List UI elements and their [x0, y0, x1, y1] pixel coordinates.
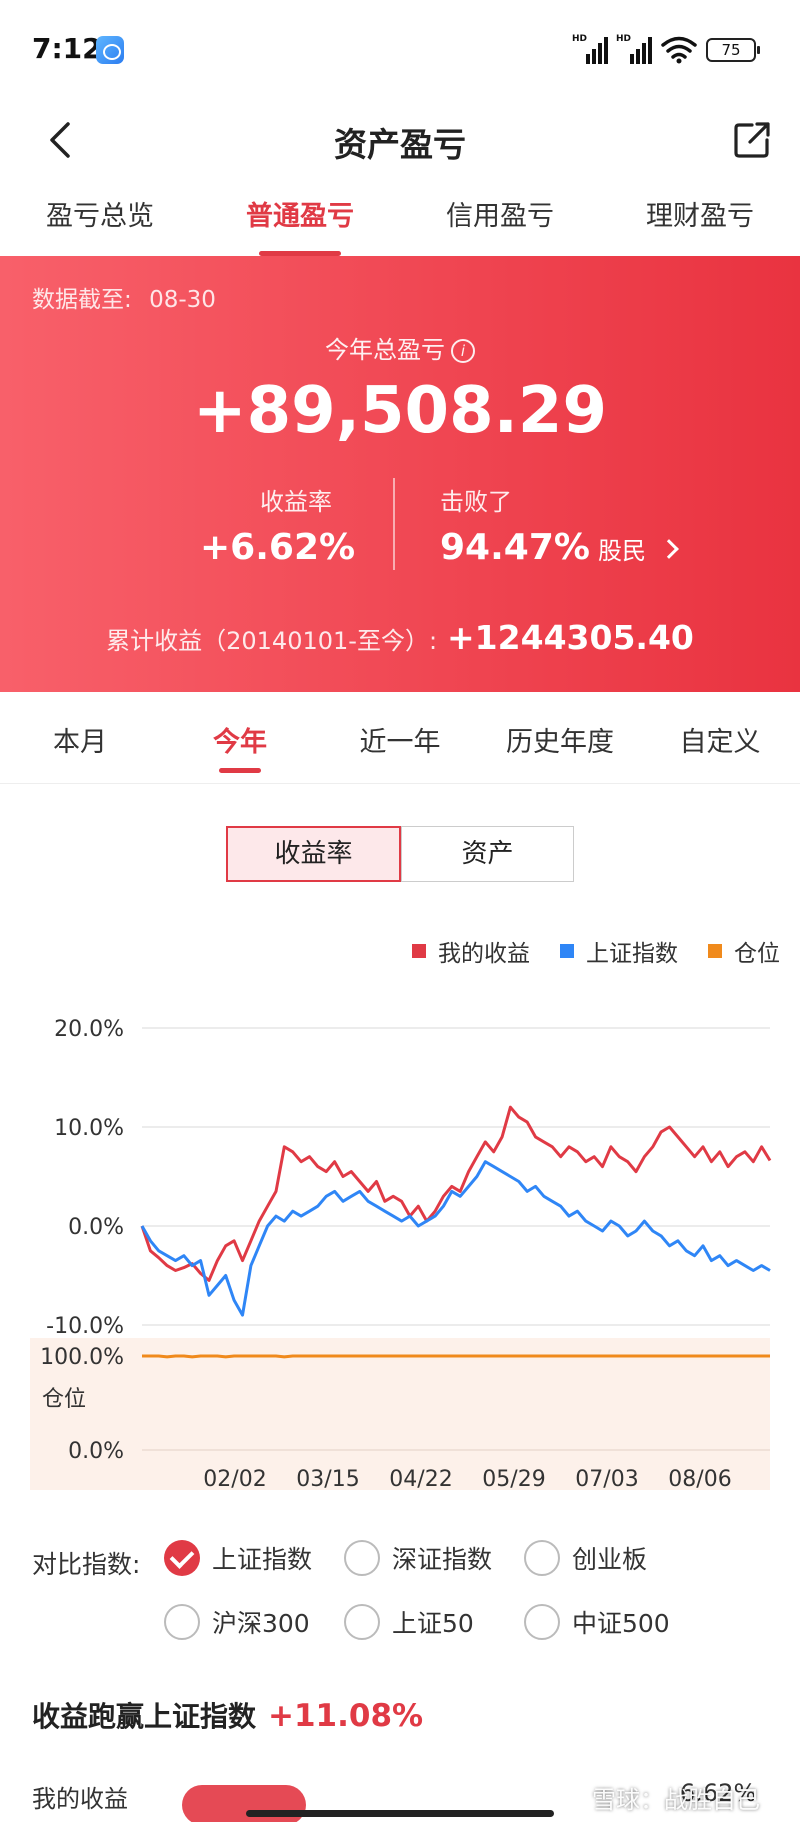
signal-icon: HD [572, 34, 608, 64]
year-profit-text: 今年总盈亏 [325, 336, 445, 364]
option-label: 深证指数 [392, 1545, 493, 1574]
app-notification-icon [96, 36, 124, 64]
return-rate-value: +6.62% [200, 527, 356, 568]
cumulative-label: 累计收益（20140101-至今）: [106, 627, 438, 655]
option-label: 沪深300 [212, 1609, 310, 1638]
cumulative-value: +1244305.40 [447, 618, 694, 657]
compare-option-sse50[interactable]: 上证50 [344, 1604, 474, 1640]
position-tick-label: 0.0% [68, 1439, 124, 1464]
x-tick-label: 02/02 [203, 1467, 266, 1492]
compare-option-csi300[interactable]: 沪深300 [164, 1604, 310, 1640]
nav-bar: 资产盈亏 [0, 96, 800, 186]
option-label: 创业板 [572, 1545, 648, 1574]
info-icon[interactable]: i [451, 339, 475, 363]
watermark: 雪球：战胜自己 [592, 1786, 760, 1814]
option-label: 中证500 [572, 1609, 670, 1638]
y-tick-label: 0.0% [68, 1215, 124, 1240]
series-line [140, 1160, 771, 1317]
x-tick-label: 08/06 [668, 1467, 731, 1492]
beat-unit: 股民 [597, 537, 646, 565]
period-tab-month[interactable]: 本月 [0, 692, 160, 783]
legend-label: 上证指数 [586, 941, 678, 967]
legend-item-sse-index: 上证指数 [560, 934, 678, 968]
chart-legend: 我的收益 上证指数 仓位 [350, 934, 780, 968]
position-tick-label: 100.0% [40, 1345, 124, 1370]
position-axis-label: 仓位 [42, 1387, 86, 1412]
period-tab-history[interactable]: 历史年度 [480, 692, 640, 783]
status-bar: 7:12 HD HD 75 [0, 0, 800, 96]
radio-icon [164, 1604, 200, 1640]
x-tick-label: 05/29 [482, 1467, 545, 1492]
legend-swatch [412, 944, 426, 958]
toggle-return-rate[interactable]: 收益率 [226, 826, 401, 882]
wifi-icon [661, 36, 697, 64]
x-tick-label: 04/22 [389, 1467, 452, 1492]
year-profit-value: +89,508.29 [193, 374, 607, 448]
radio-icon [524, 1604, 560, 1640]
outperform-label: 收益跑赢上证指数 [32, 1700, 257, 1733]
y-tick-label: 10.0% [54, 1116, 124, 1141]
compare-option-sse[interactable]: 上证指数 [164, 1540, 312, 1576]
battery-icon: 75 [706, 38, 760, 62]
share-icon[interactable] [730, 118, 774, 162]
beat-stat[interactable]: 击败了 94.47% 股民 [440, 482, 760, 568]
data-date-label: 数据截至: [32, 287, 132, 313]
y-tick-label: 20.0% [54, 1017, 124, 1042]
option-label: 上证50 [392, 1609, 474, 1638]
chevron-right-icon [659, 539, 679, 559]
radio-icon [344, 1604, 380, 1640]
y-tick-label: -10.0% [46, 1314, 124, 1339]
legend-swatch [560, 944, 574, 958]
chart-mode-toggle: 收益率 资产 [226, 826, 574, 882]
signal-hd-label: HD [616, 34, 632, 44]
x-tick-label: 03/15 [296, 1467, 359, 1492]
compare-option-chinext[interactable]: 创业板 [524, 1540, 647, 1576]
profit-summary-card: 数据截至: 08-30 今年总盈亏 i +89,508.29 收益率 +6.62%… [0, 256, 800, 692]
radio-icon [344, 1540, 380, 1576]
data-date-value: 08-30 [149, 287, 216, 313]
checked-radio-icon [164, 1540, 200, 1576]
data-date: 数据截至: 08-30 [32, 280, 216, 314]
option-label: 上证指数 [212, 1545, 313, 1574]
compare-option-szse[interactable]: 深证指数 [344, 1540, 492, 1576]
return-rate-label: 收益率 [260, 488, 332, 516]
x-tick-label: 07/03 [575, 1467, 638, 1492]
return-rate-stat: 收益率 +6.62% [200, 482, 390, 568]
tab-normal[interactable]: 普通盈亏 [200, 186, 400, 256]
tab-credit[interactable]: 信用盈亏 [400, 186, 600, 256]
battery-level: 75 [721, 41, 741, 59]
period-tab-year[interactable]: 今年 [160, 692, 320, 783]
home-indicator[interactable] [246, 1810, 554, 1817]
legend-swatch [708, 944, 722, 958]
outperform-heading: 收益跑赢上证指数 +11.08% [32, 1695, 423, 1735]
series-line [142, 1354, 770, 1359]
beat-value-row: 94.47% 股民 [440, 527, 760, 568]
my-return-row-label: 我的收益 [32, 1785, 128, 1813]
period-tabs: 本月 今年 近一年 历史年度 自定义 [0, 692, 800, 784]
period-tab-last-year[interactable]: 近一年 [320, 692, 480, 783]
compare-label: 对比指数: [32, 1550, 141, 1579]
legend-item-position: 仓位 [708, 934, 780, 968]
year-profit-label: 今年总盈亏 i [0, 330, 800, 365]
page-title: 资产盈亏 [334, 125, 466, 164]
legend-label: 我的收益 [438, 941, 530, 967]
beat-value: 94.47% [440, 527, 590, 568]
legend-item-my-return: 我的收益 [412, 934, 530, 968]
cumulative-profit: 累计收益（20140101-至今）: +1244305.40 [0, 618, 800, 657]
toggle-assets[interactable]: 资产 [401, 826, 574, 882]
tab-wealth[interactable]: 理财盈亏 [600, 186, 800, 256]
signal-icon: HD [616, 34, 652, 64]
radio-icon [524, 1540, 560, 1576]
outperform-value: +11.08% [268, 1698, 424, 1734]
signal-hd-label: HD [572, 34, 588, 44]
stat-divider [393, 478, 395, 570]
period-tab-custom[interactable]: 自定义 [640, 692, 800, 783]
main-tabs: 盈亏总览 普通盈亏 信用盈亏 理财盈亏 [0, 186, 800, 256]
beat-label: 击败了 [440, 488, 512, 516]
compare-option-csi500[interactable]: 中证500 [524, 1604, 670, 1640]
status-time: 7:12 [32, 32, 102, 65]
return-chart[interactable]: 20.0% 10.0% 0.0% -10.0% 100.0% 0.0% 仓位 02/02 03/… [0, 990, 800, 1510]
tab-overview[interactable]: 盈亏总览 [0, 186, 200, 256]
legend-label: 仓位 [734, 941, 780, 967]
